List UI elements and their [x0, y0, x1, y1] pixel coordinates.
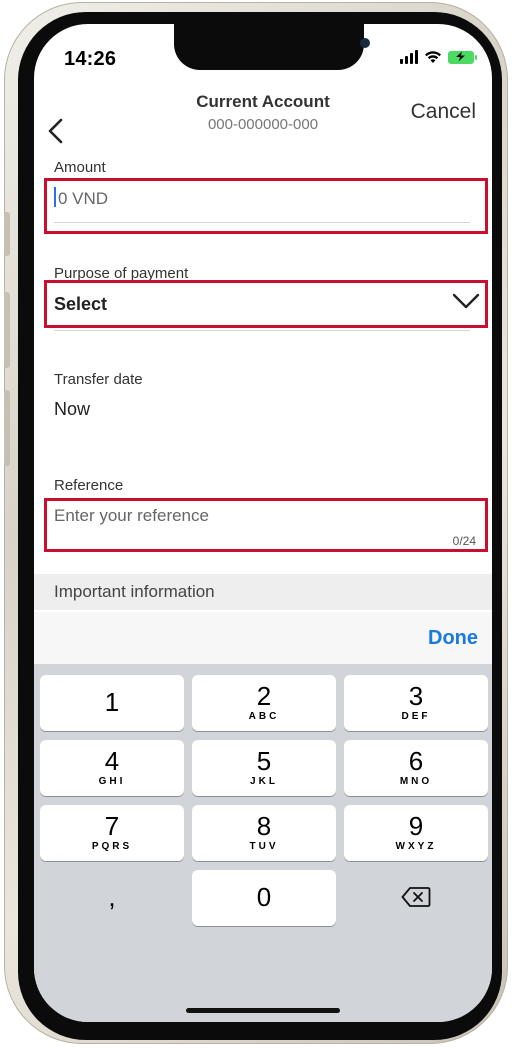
key-7-digit: 7 — [104, 811, 120, 841]
key-9-letters: WXYZ — [395, 841, 437, 852]
key-7-letters: PQRS — [91, 841, 133, 852]
status-time: 14:26 — [64, 48, 117, 70]
amount-highlight-box — [44, 178, 488, 234]
status-icons — [400, 50, 477, 64]
key-5-digit: 5 — [256, 746, 272, 776]
purpose-highlight-box — [44, 280, 488, 328]
key-2[interactable]: 2 ABC — [192, 675, 336, 731]
key-3-letters: DEF — [401, 711, 431, 722]
key-5[interactable]: 5 JKL — [192, 740, 336, 796]
key-3-digit: 3 — [408, 681, 424, 711]
home-indicator[interactable] — [186, 1008, 340, 1013]
key-6[interactable]: 6 MNO — [344, 740, 488, 796]
keyboard-toolbar: Done — [34, 612, 492, 664]
key-comma[interactable]: , — [40, 870, 184, 926]
key-1-digit: 1 — [104, 687, 120, 717]
transfer-date-value[interactable]: Now — [54, 399, 90, 420]
key-7[interactable]: 7 PQRS — [40, 805, 184, 861]
key-4-letters: GHI — [98, 776, 126, 787]
key-0[interactable]: 0 — [192, 870, 336, 926]
key-8-digit: 8 — [256, 811, 272, 841]
side-button-mute — [4, 212, 10, 256]
key-8[interactable]: 8 TUV — [192, 805, 336, 861]
key-9-digit: 9 — [408, 811, 424, 841]
purpose-underline — [54, 330, 470, 331]
key-2-digit: 2 — [256, 681, 272, 711]
reference-highlight-box — [44, 498, 488, 552]
side-button-volume-down — [4, 390, 10, 466]
backspace-icon — [401, 887, 431, 907]
wifi-icon — [425, 51, 441, 63]
reference-label: Reference — [54, 477, 124, 494]
battery-charging-icon — [448, 50, 477, 64]
cellular-signal-icon — [400, 50, 418, 64]
key-4[interactable]: 4 GHI — [40, 740, 184, 796]
key-0-digit: 0 — [256, 882, 272, 912]
key-6-letters: MNO — [399, 776, 433, 787]
key-2-letters: ABC — [248, 711, 280, 722]
key-comma-char: , — [108, 882, 116, 912]
key-6-digit: 6 — [408, 746, 424, 776]
important-info-label: Important information — [54, 582, 215, 601]
amount-label: Amount — [54, 159, 106, 176]
key-5-letters: JKL — [250, 776, 278, 787]
key-9[interactable]: 9 WXYZ — [344, 805, 488, 861]
key-8-letters: TUV — [249, 841, 279, 852]
numeric-keypad: 1 2 ABC 3 DEF 4 GHI 5 JKL 6 MNO 7 PQRS 8… — [34, 664, 492, 1022]
cancel-button[interactable]: Cancel — [411, 100, 476, 124]
transfer-date-label: Transfer date — [54, 371, 143, 388]
notch — [174, 24, 370, 70]
side-button-volume-up — [4, 292, 10, 368]
phone-screen: 14:26 Current Account 000-000000-000 Can… — [34, 24, 492, 1022]
delete-key[interactable] — [344, 870, 488, 926]
done-button[interactable]: Done — [428, 627, 478, 650]
camera-icon — [360, 38, 370, 48]
key-4-digit: 4 — [104, 746, 120, 776]
key-3[interactable]: 3 DEF — [344, 675, 488, 731]
important-info-bar[interactable]: Important information — [34, 574, 492, 610]
key-1[interactable]: 1 — [40, 675, 184, 731]
